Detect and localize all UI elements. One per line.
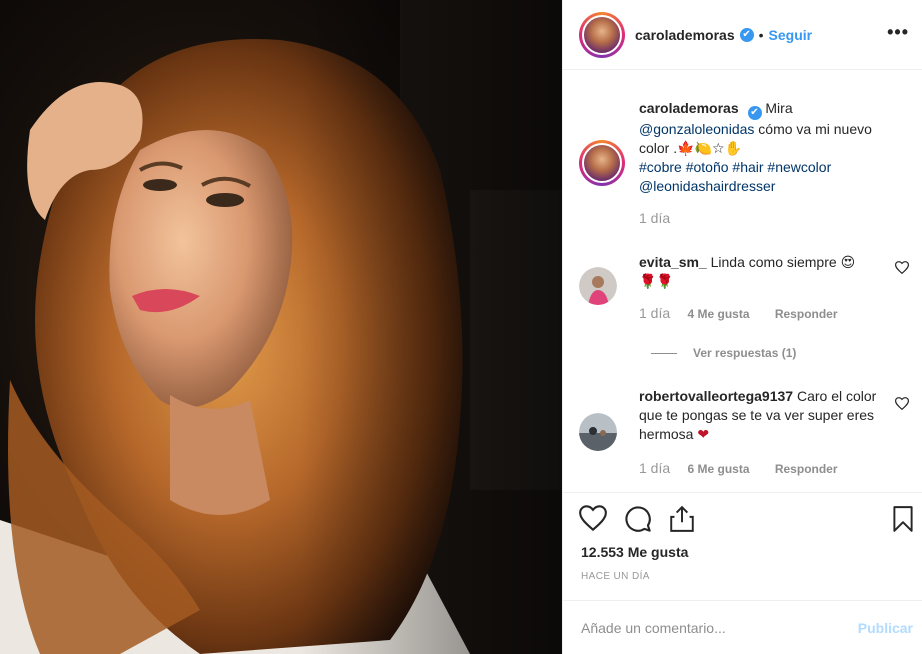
caption-text-start: Mira (765, 100, 793, 116)
header-separator: • (758, 26, 764, 43)
follow-button[interactable]: Seguir (769, 27, 813, 43)
commenter-avatar[interactable] (579, 413, 617, 451)
add-comment-bar: Publicar (563, 600, 922, 654)
comment-username[interactable]: evita_sm_ (639, 254, 707, 270)
comment-input[interactable] (581, 615, 841, 641)
more-options-icon[interactable]: ••• (887, 22, 909, 43)
photo-illustration (0, 0, 562, 654)
caption-hashtags[interactable]: #cobre #otoño #hair #newcolor (639, 159, 831, 175)
comment-time[interactable]: 1 día (639, 460, 670, 476)
caption-time[interactable]: 1 día (639, 210, 670, 226)
comment-icon[interactable] (624, 505, 652, 533)
comment-body: Linda como siempre (710, 254, 837, 270)
view-replies-button[interactable]: Ver respuestas (1) (651, 346, 796, 360)
comments-section[interactable]: carolademoras ✔ Mira @gonzaloleonidas có… (563, 71, 922, 491)
reply-button[interactable]: Responder (775, 307, 838, 321)
comment-meta: 1 día 4 Me gusta Responder (639, 305, 838, 321)
author-avatar[interactable] (579, 11, 625, 58)
caption-username[interactable]: carolademoras (639, 100, 739, 116)
comment-text: evita_sm_ Linda como siempre 😍 🌹🌹 (639, 253, 884, 291)
post-photo[interactable] (0, 0, 562, 654)
likes-count[interactable]: 12.553 Me gusta (581, 544, 688, 560)
view-replies-line (651, 353, 677, 355)
caption-mention-2[interactable]: @leonidashairdresser (639, 178, 775, 194)
post-header: carolademoras ✔ • Seguir ••• (563, 0, 922, 70)
caption-meta: 1 día (639, 210, 670, 226)
post-timestamp: HACE UN DÍA (581, 571, 650, 582)
comment-time[interactable]: 1 día (639, 305, 670, 321)
caption-text: carolademoras ✔ Mira @gonzaloleonidas có… (639, 99, 884, 196)
comment-text: robertovalleortega9137 Caro el color que… (639, 387, 884, 444)
post-side-panel: carolademoras ✔ • Seguir ••• carolademor… (562, 0, 922, 654)
like-comment-heart-icon[interactable] (895, 397, 909, 410)
comment-meta: 1 día 6 Me gusta Responder (639, 460, 838, 476)
heart-icon[interactable] (579, 505, 607, 531)
bookmark-icon[interactable] (892, 505, 914, 533)
comment-emoji-line: 🌹🌹 (639, 273, 674, 289)
reply-button[interactable]: Responder (775, 462, 838, 476)
like-comment-heart-icon[interactable] (895, 261, 909, 274)
view-replies-label: Ver respuestas (1) (693, 346, 797, 360)
comment-likes[interactable]: 4 Me gusta (687, 307, 749, 321)
comment-heart-emoji: ❤ (697, 426, 710, 442)
author-username[interactable]: carolademoras (635, 27, 735, 43)
comment-username[interactable]: robertovalleortega9137 (639, 388, 793, 404)
comment-emoji: 😍 (840, 254, 856, 270)
comment-likes[interactable]: 6 Me gusta (687, 462, 749, 476)
caption-emojis: 🍁🍋☆✋ (677, 140, 742, 156)
commenter-avatar[interactable] (579, 267, 617, 305)
verified-badge-icon: ✔ (739, 27, 754, 42)
caption-verified-icon: ✔ (747, 106, 762, 120)
publish-button[interactable]: Publicar (858, 620, 913, 636)
caption-mention[interactable]: @gonzaloleonidas (639, 121, 754, 137)
caption-author-avatar[interactable] (579, 140, 625, 186)
share-icon[interactable] (669, 505, 695, 533)
